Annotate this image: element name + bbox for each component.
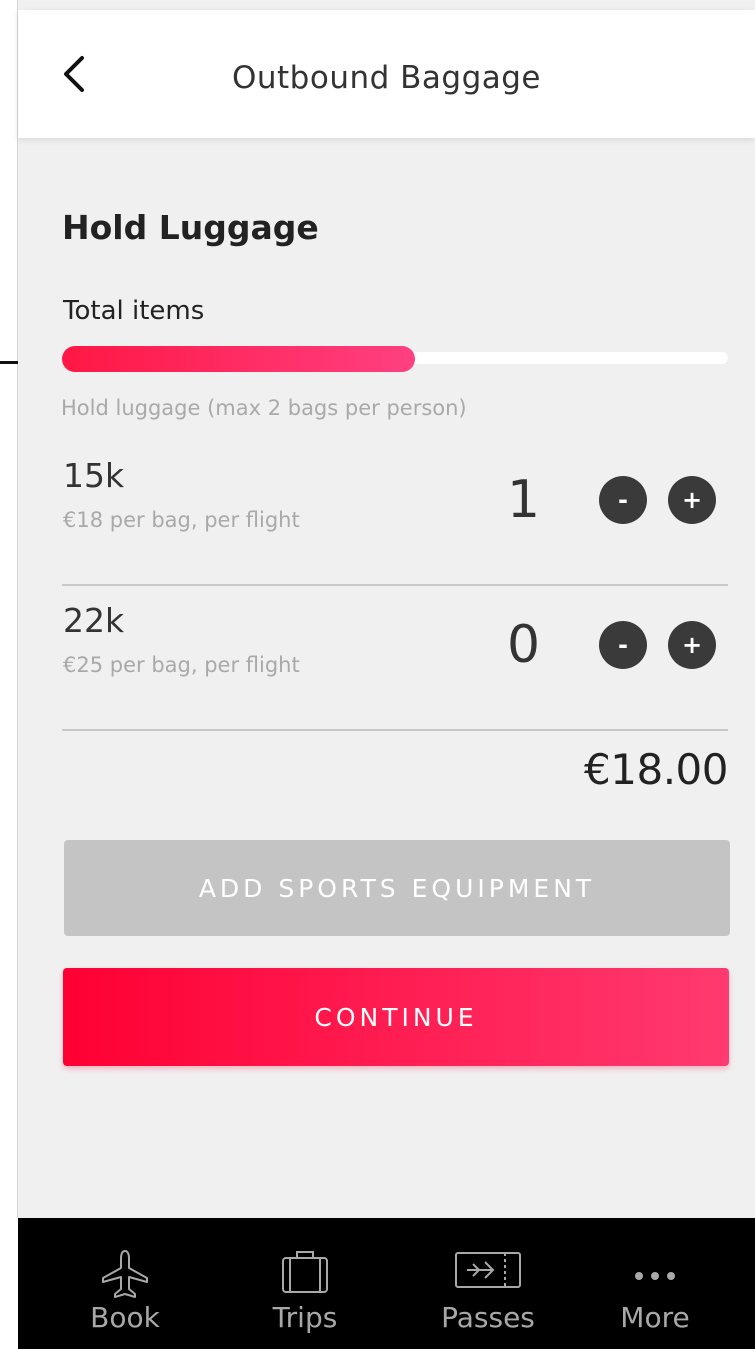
option-price: €18 per bag, per flight xyxy=(63,508,300,532)
boarding-pass-icon xyxy=(455,1252,521,1288)
tab-label: Passes xyxy=(441,1301,535,1334)
tab-trips[interactable]: Trips xyxy=(215,1218,395,1349)
total-price: €18.00 xyxy=(584,745,728,794)
progress-fill xyxy=(62,346,415,372)
tab-more[interactable]: More xyxy=(565,1218,745,1349)
app-screen: Outbound Baggage Hold Luggage Total item… xyxy=(18,0,755,1349)
decrement-button[interactable]: - xyxy=(599,476,647,524)
option-quantity: 1 xyxy=(507,470,541,530)
continue-button[interactable]: CONTINUE xyxy=(63,968,729,1066)
increment-button[interactable]: + xyxy=(668,476,716,524)
decrement-button[interactable]: - xyxy=(599,621,647,669)
increment-button[interactable]: + xyxy=(668,621,716,669)
tab-book[interactable]: Book xyxy=(35,1218,215,1349)
tab-label: Book xyxy=(90,1301,160,1334)
left-edge-strip xyxy=(0,0,18,1349)
top-app-bar: Outbound Baggage xyxy=(18,10,755,138)
baggage-option-15k: 15k €18 per bag, per flight 1 - + xyxy=(62,456,728,586)
hold-luggage-hint: Hold luggage (max 2 bags per person) xyxy=(61,396,467,420)
suitcase-icon xyxy=(282,1251,328,1293)
more-dots-icon xyxy=(635,1272,675,1280)
bottom-tab-bar: Book Trips Passes More xyxy=(18,1218,755,1349)
page-title: Outbound Baggage xyxy=(231,60,542,96)
row-divider xyxy=(62,729,728,731)
tab-label: Trips xyxy=(272,1301,338,1334)
option-weight: 22k xyxy=(63,601,125,640)
option-quantity: 0 xyxy=(507,615,541,675)
tab-label: More xyxy=(620,1301,690,1334)
total-items-progress xyxy=(62,346,728,372)
baggage-option-22k: 22k €25 per bag, per flight 0 - + xyxy=(62,601,728,731)
add-sports-equipment-button[interactable]: ADD SPORTS EQUIPMENT xyxy=(64,840,730,936)
airplane-icon xyxy=(102,1250,148,1298)
row-divider xyxy=(62,584,728,586)
total-items-label: Total items xyxy=(63,296,205,326)
option-price: €25 per bag, per flight xyxy=(63,653,300,677)
section-title: Hold Luggage xyxy=(62,208,319,247)
tab-passes[interactable]: Passes xyxy=(398,1218,578,1349)
option-weight: 15k xyxy=(63,456,125,495)
